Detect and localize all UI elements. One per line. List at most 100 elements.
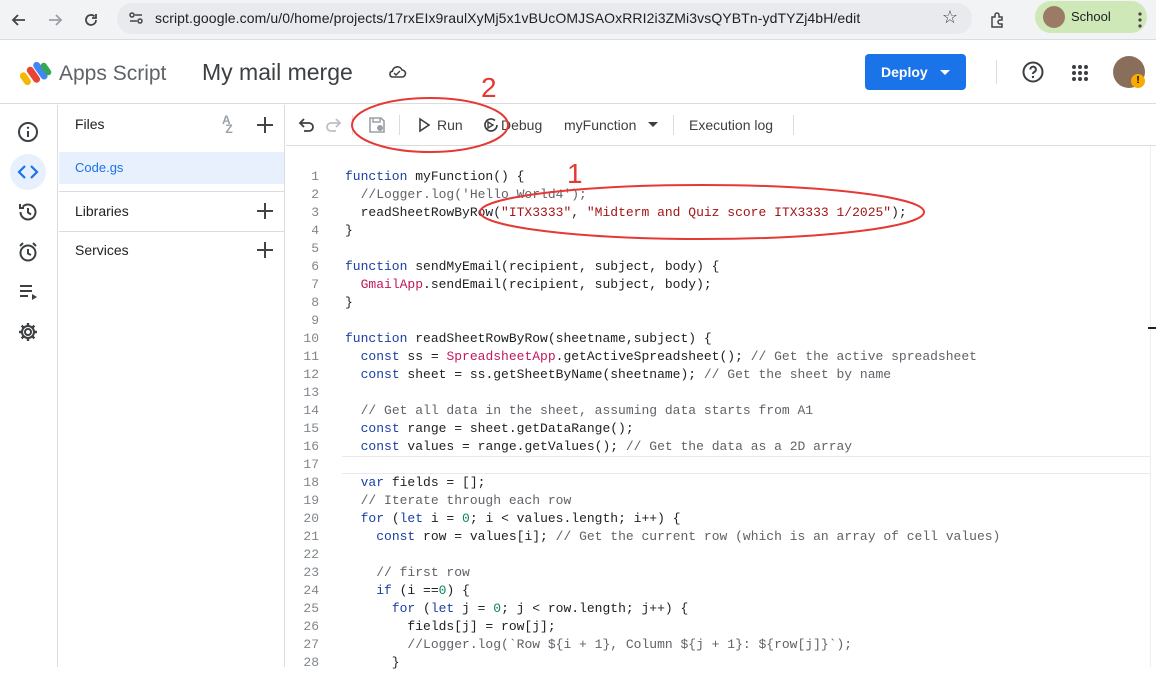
code-line[interactable]: 22 [286, 547, 1150, 565]
debug-button[interactable]: Debug [501, 117, 542, 133]
code-line[interactable]: 3 readSheetRowByRow("ITX3333", "Midterm … [286, 205, 1150, 223]
code-line[interactable]: 4} [286, 223, 1150, 241]
code-line[interactable]: 7 GmailApp.sendEmail(recipient, subject,… [286, 277, 1150, 295]
code-line[interactable]: 2 //Logger.log('Hello World4'); [286, 187, 1150, 205]
code-line[interactable]: 28 } [286, 655, 1150, 673]
chevron-down-icon[interactable] [648, 122, 658, 127]
code-line[interactable]: 11 const ss = SpreadsheetApp.getActiveSp… [286, 349, 1150, 367]
undo-icon[interactable] [296, 115, 316, 135]
address-bar[interactable]: script.google.com/u/0/home/projects/17rx… [117, 3, 972, 34]
code-line[interactable]: 12 const sheet = ss.getSheetByName(sheet… [286, 367, 1150, 385]
line-number: 28 [303, 655, 319, 670]
code-editor[interactable]: 1 function myFunction() {2 //Logger.log('… [286, 146, 1150, 670]
annotation-number-2: 2 [481, 72, 497, 103]
file-name: Code.gs [75, 160, 124, 175]
editor-scrollbar[interactable] [1150, 146, 1156, 667]
code-line[interactable]: 17 [286, 457, 1150, 475]
execution-log-button[interactable]: Execution log [689, 117, 773, 133]
redo-icon[interactable] [324, 115, 344, 135]
code-text: //Logger.log(`Row ${i + 1}, Column ${j +… [407, 637, 853, 652]
site-settings-icon[interactable] [127, 9, 145, 27]
code-line[interactable]: 8} [286, 295, 1150, 313]
run-button[interactable]: Run [437, 117, 463, 133]
files-title: Files [75, 116, 105, 132]
code-text: var fields = []; [360, 475, 486, 490]
code-line[interactable]: 15 const range = sheet.getDataRange(); [286, 421, 1150, 439]
account-avatar[interactable]: ! [1113, 56, 1145, 88]
code-text: //Logger.log('Hello World4'); [360, 187, 587, 202]
code-line[interactable]: 24 if (i ==0) { [286, 583, 1150, 601]
line-number: 14 [303, 403, 319, 418]
history-icon[interactable] [10, 194, 46, 230]
profile-avatar [1043, 6, 1065, 28]
app-name[interactable]: Apps Script [59, 62, 166, 86]
code-line[interactable]: 6 function sendMyEmail(recipient, subject… [286, 259, 1150, 277]
line-number: 26 [303, 619, 319, 634]
code-line[interactable]: 19 // Iterate through each row [286, 493, 1150, 511]
line-number: 15 [303, 421, 319, 436]
code-line[interactable]: 16 const values = range.getValues(); // … [286, 439, 1150, 457]
forward-icon[interactable] [42, 7, 68, 33]
app-header: Apps Script My mail merge Deploy ! [0, 40, 1156, 104]
extensions-icon[interactable] [985, 7, 1011, 33]
line-number: 16 [303, 439, 319, 454]
reload-icon[interactable] [78, 7, 104, 33]
add-file-icon[interactable] [256, 116, 274, 134]
code-line[interactable]: 18 var fields = []; [286, 475, 1150, 493]
code-line[interactable]: 27 //Logger.log(`Row ${i + 1}, Column ${… [286, 637, 1150, 655]
code-line[interactable]: 14 // Get all data in the sheet, assumin… [286, 403, 1150, 421]
code-line[interactable]: 1 function myFunction() { [286, 169, 1150, 187]
browser-menu-icon[interactable] [1127, 7, 1153, 33]
triggers-alarm-icon[interactable] [10, 234, 46, 270]
file-item-code-gs[interactable]: Code.gs [59, 152, 284, 184]
code-line[interactable]: 9 [286, 313, 1150, 331]
back-icon[interactable] [6, 7, 32, 33]
line-number: 18 [303, 475, 319, 490]
settings-gear-icon[interactable] [10, 314, 46, 350]
help-icon[interactable] [1021, 60, 1045, 84]
code-text: // first row [376, 565, 470, 580]
code-text: function sendMyEmail(recipient, subject,… [345, 259, 720, 274]
project-name[interactable]: My mail merge [202, 59, 353, 86]
bookmark-star-icon[interactable]: ☆ [942, 7, 958, 28]
code-text: for (let j = 0; j < row.length; j++) { [391, 601, 689, 616]
code-line[interactable]: 20 for (let i = 0; i < values.length; i+… [286, 511, 1150, 529]
code-line[interactable]: 26 fields[j] = row[j]; [286, 619, 1150, 637]
code-text: } [345, 223, 353, 238]
code-line[interactable]: 25 for (let j = 0; j < row.length; j++) … [286, 601, 1150, 619]
code-text: const ss = SpreadsheetApp.getActiveSprea… [360, 349, 977, 364]
code-line[interactable]: 5 [286, 241, 1150, 259]
function-select[interactable]: myFunction [564, 117, 636, 133]
save-icon[interactable] [367, 115, 387, 135]
divider [59, 231, 284, 232]
line-number: 6 [311, 259, 319, 274]
line-number: 23 [303, 565, 319, 580]
code-line[interactable]: 21 const row = values[i]; // Get the cur… [286, 529, 1150, 547]
deploy-label: Deploy [881, 64, 928, 80]
play-icon[interactable] [417, 117, 431, 133]
services-title: Services [75, 242, 129, 258]
line-number: 11 [303, 349, 319, 364]
executions-icon[interactable] [10, 274, 46, 310]
libraries-title: Libraries [75, 203, 129, 219]
editor-icon[interactable] [10, 154, 46, 190]
sort-az-icon[interactable]: A Z [222, 114, 233, 135]
profile-label: School [1071, 9, 1111, 24]
line-number: 12 [303, 367, 319, 382]
line-number: 25 [303, 601, 319, 616]
left-nav-rail [0, 105, 58, 667]
overview-icon[interactable] [10, 114, 46, 150]
deploy-button[interactable]: Deploy [865, 54, 966, 90]
line-number: 19 [303, 493, 319, 508]
add-library-icon[interactable] [256, 202, 274, 220]
add-service-icon[interactable] [256, 241, 274, 259]
line-number: 5 [311, 241, 319, 256]
line-number: 2 [311, 187, 319, 202]
debug-icon[interactable] [481, 115, 501, 135]
apps-script-logo[interactable] [20, 58, 52, 88]
code-text: // Get all data in the sheet, assuming d… [360, 403, 814, 418]
code-line[interactable]: 13 [286, 385, 1150, 403]
code-line[interactable]: 23 // first row [286, 565, 1150, 583]
google-apps-icon[interactable] [1071, 64, 1089, 82]
code-line[interactable]: 10 function readSheetRowByRow(sheetname,s… [286, 331, 1150, 349]
